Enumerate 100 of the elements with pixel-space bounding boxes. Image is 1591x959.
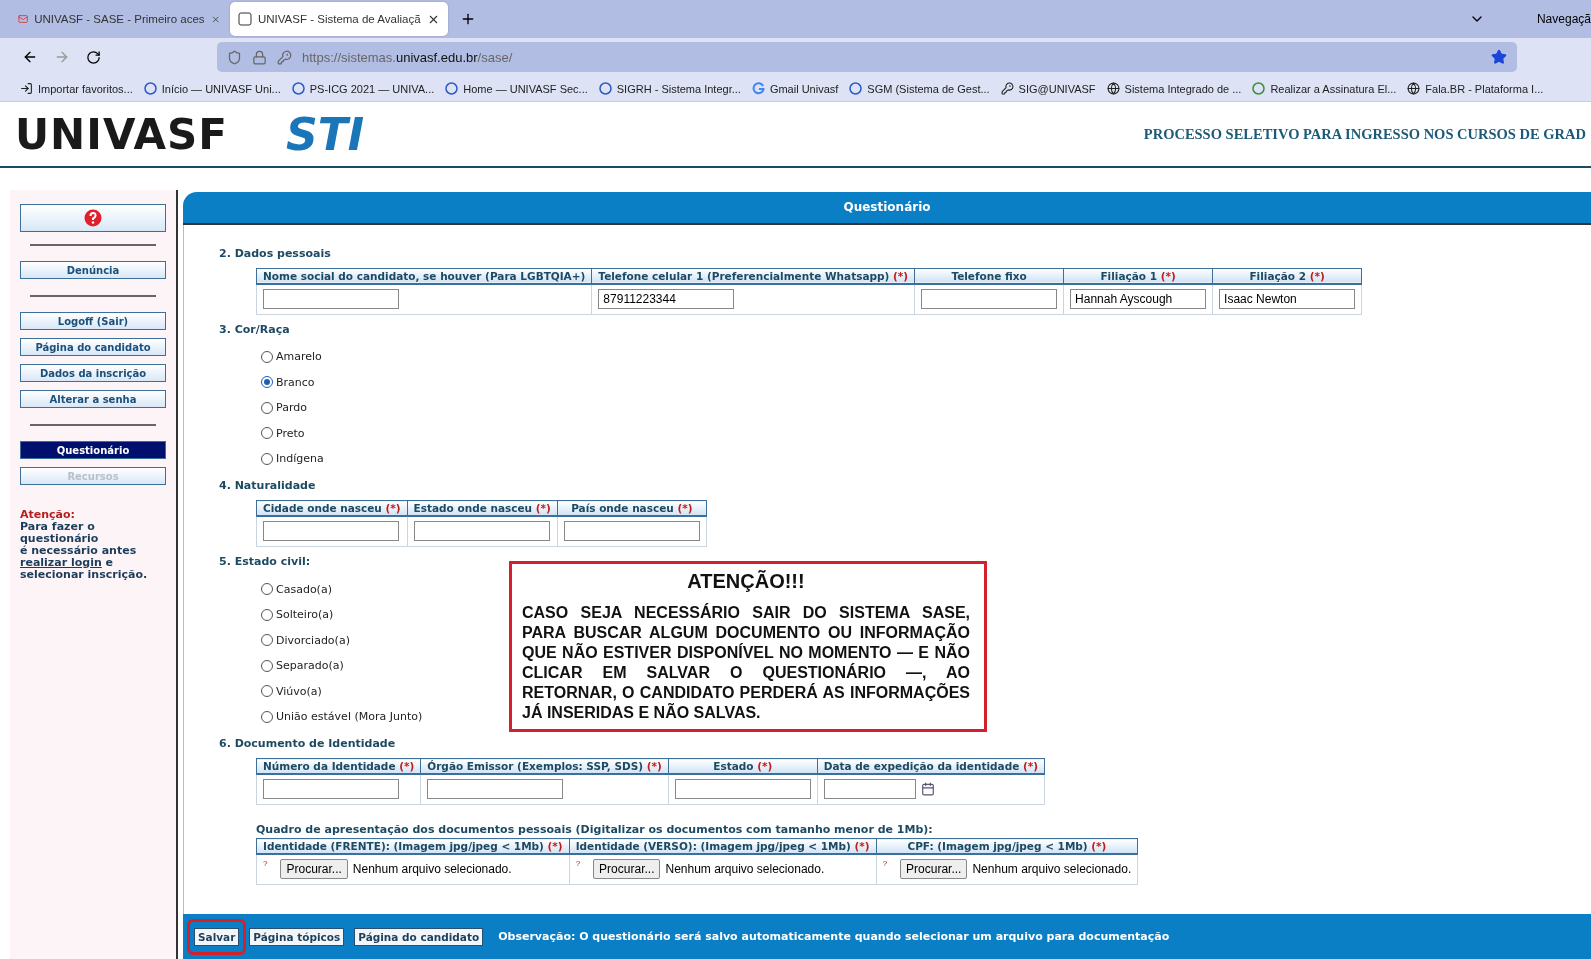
- notice-text: questionário: [20, 533, 100, 545]
- radio-button[interactable]: [261, 634, 273, 647]
- import-icon: [20, 82, 33, 95]
- globe-icon: [1407, 82, 1421, 95]
- sidebar-link[interactable]: Logoff (Sair): [20, 312, 166, 330]
- browse-button[interactable]: Procurar...: [900, 859, 968, 880]
- sidebar-link[interactable]: Página do candidato: [20, 338, 166, 356]
- browse-button[interactable]: Procurar...: [280, 859, 348, 880]
- radio-button[interactable]: [261, 583, 273, 596]
- input-field[interactable]: [263, 288, 399, 309]
- input-field[interactable]: 87911223344: [598, 288, 735, 309]
- radio-label: Preto: [276, 426, 305, 440]
- bookmark-link[interactable]: PS-ICG 2021 — UNIVA...: [309, 82, 435, 95]
- radio-label: Solteiro(a): [276, 608, 334, 622]
- bookmark-link[interactable]: Gmail Univasf: [769, 82, 839, 95]
- radio-button[interactable]: [261, 659, 273, 672]
- file-status: Nenhum arquivo selecionado.: [972, 862, 1132, 877]
- sidebar-link[interactable]: Denúncia: [20, 261, 166, 279]
- bookmark-link[interactable]: SIG@UNIVASF: [1018, 82, 1096, 95]
- input-field[interactable]: [674, 779, 811, 800]
- browser-tab[interactable]: UNIVASF - SASE - Primeiro aces: [10, 2, 228, 36]
- shield-icon: [227, 49, 242, 65]
- key-icon: [1000, 82, 1014, 95]
- input-field[interactable]: [263, 521, 399, 542]
- column-header: Identidade (VERSO): (Imagem jpg/jpeg < 1Mb) (*): [569, 838, 877, 855]
- logo: UNIVASF: [15, 109, 228, 159]
- column-header: Estado onde nasceu (*): [407, 500, 558, 517]
- site-icon: [143, 82, 157, 95]
- input-field[interactable]: [921, 288, 1058, 309]
- sidebar-link[interactable]: Questionário: [20, 441, 166, 459]
- bookmark-link[interactable]: Importar favoritos...: [38, 82, 133, 95]
- radio-button[interactable]: [261, 401, 273, 414]
- notice-text: selecionar inscrição.: [20, 569, 149, 581]
- input-field[interactable]: [413, 521, 550, 542]
- footer-button[interactable]: Salvar: [194, 927, 240, 946]
- column-header: Órgão Emissor (Exemplos: SSP, SDS) (*): [420, 758, 669, 775]
- bookmark-link[interactable]: Fala.BR - Plataforma I...: [1425, 82, 1544, 95]
- notice-title: Atenção:: [20, 509, 76, 521]
- hint-mark: ?: [882, 859, 888, 869]
- sidebar-link[interactable]: Alterar a senha: [20, 390, 166, 408]
- page-title: PROCESSO SELETIVO PARA INGRESSO NOS CURSOS DE GRAD: [1143, 125, 1586, 143]
- section-title: 3. Cor/Raça: [219, 322, 291, 336]
- login-link[interactable]: realizar login: [20, 556, 102, 569]
- footer-button[interactable]: Página tópicos: [249, 927, 345, 946]
- radio-button[interactable]: [261, 608, 273, 621]
- help-button[interactable]: [20, 204, 166, 232]
- table-caption: Quadro de apresentação dos documentos pessoais (Digitalizar os documentos com tamanho menor de 1Mb):: [256, 823, 934, 837]
- site-icon: [445, 82, 459, 95]
- back-icon[interactable]: [22, 49, 38, 65]
- column-header: Estado (*): [668, 758, 818, 775]
- globe-icon: [1106, 82, 1120, 95]
- radio-label: Viúvo(a): [276, 684, 322, 698]
- radio-label: Separado(a): [276, 659, 344, 673]
- radio-label: Casado(a): [276, 582, 332, 596]
- input-field[interactable]: Hannah Ayscough: [1070, 288, 1207, 309]
- panel-header: Questionário: [183, 192, 1591, 225]
- new-tab-icon[interactable]: [460, 11, 476, 27]
- bookmark-link[interactable]: Realizar a Assinatura El...: [1270, 82, 1397, 95]
- column-header: CPF: (Imagem jpg/jpeg < 1Mb) (*): [876, 838, 1138, 855]
- section-title: 2. Dados pessoais: [219, 246, 332, 260]
- bookmark-link[interactable]: SGM (Sistema de Gest...: [867, 82, 990, 95]
- input-field[interactable]: [563, 521, 700, 542]
- url-text: https://sistemas.univasf.edu.br/sase/: [302, 49, 513, 65]
- footer-button[interactable]: Página do candidato: [354, 927, 484, 946]
- sidebar-link[interactable]: Dados da inscrição: [20, 364, 166, 382]
- radio-label: Branco: [276, 375, 315, 389]
- radio-label: União estável (Mora Junto): [276, 710, 423, 724]
- address-bar[interactable]: https://sistemas.univasf.edu.br/sase/: [217, 42, 1517, 72]
- lock-icon: [252, 49, 267, 65]
- input-field[interactable]: Isaac Newton: [1219, 288, 1356, 309]
- radio-button[interactable]: [261, 427, 273, 440]
- radio-button[interactable]: [261, 685, 273, 698]
- browse-button[interactable]: Procurar...: [593, 859, 661, 880]
- notice-text: é necessário antes: [20, 545, 138, 557]
- bookmark-link[interactable]: SIGRH - Sistema Integr...: [616, 82, 741, 95]
- input-field[interactable]: [263, 779, 399, 800]
- radio-button[interactable]: [261, 350, 273, 363]
- key-icon: [277, 49, 292, 65]
- browser-tab[interactable]: UNIVASF - Sistema de Avaliaçã: [230, 2, 448, 36]
- bookmark-link[interactable]: Início — UNIVASF Uni...: [161, 82, 281, 95]
- footer-note: Observação: O questionário será salvo automaticamente quando selecionar um arquivo para documentação: [498, 930, 1170, 944]
- help-icon: [84, 209, 102, 227]
- radio-button[interactable]: [261, 452, 273, 465]
- section-title: 6. Documento de Identidade: [219, 737, 397, 751]
- column-header: Nome social do candidato, se houver (Para LGBTQIA+): [256, 268, 592, 284]
- column-header: Cidade onde nasceu (*): [256, 500, 408, 517]
- radio-button[interactable]: [261, 710, 273, 723]
- column-header: Número da Identidade (*): [256, 758, 421, 775]
- g-logo-icon: [751, 82, 765, 95]
- bookmark-link[interactable]: Home — UNIVASF Sec...: [463, 82, 588, 95]
- file-status: Nenhum arquivo selecionado.: [352, 862, 512, 877]
- bookmark-star-icon[interactable]: [1491, 49, 1507, 65]
- input-field[interactable]: [427, 779, 564, 800]
- site-icon: [598, 82, 612, 95]
- bookmark-link[interactable]: Sistema Integrado de ...: [1124, 82, 1242, 95]
- reload-icon[interactable]: [86, 49, 101, 65]
- date-field[interactable]: [823, 779, 916, 800]
- calendar-icon[interactable]: [920, 782, 935, 797]
- hint-mark: ?: [263, 859, 268, 869]
- radio-button[interactable]: [261, 376, 273, 389]
